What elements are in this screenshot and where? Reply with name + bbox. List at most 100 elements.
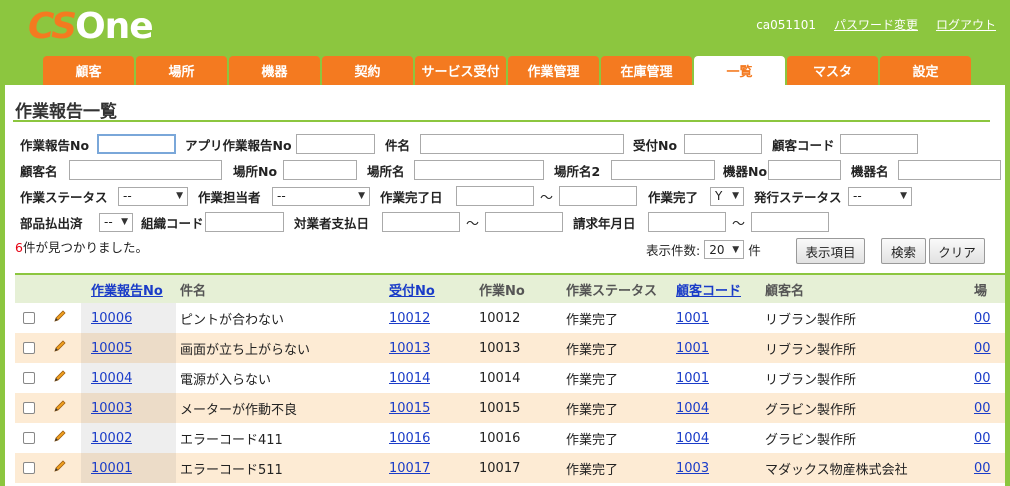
org-code-input[interactable] [205, 212, 284, 232]
row-report-no-link[interactable]: 10002 [91, 431, 132, 446]
tab-device[interactable]: 機器 [229, 56, 320, 85]
report-no-input[interactable] [97, 134, 176, 154]
page-title: 作業報告一覧 [15, 102, 117, 122]
edit-pencil-icon[interactable] [52, 368, 68, 388]
device-name-input[interactable] [898, 160, 1001, 180]
edit-pencil-icon[interactable] [52, 308, 68, 328]
customer-code-label: 顧客コード [772, 137, 835, 153]
search-row-3: 作業ステータス -- ▼ 作業担当者 -- ▼ 作業完了日 ～ 作業完了 Y ▼ 発行… [20, 185, 913, 207]
row-customer-code-link[interactable]: 1001 [676, 311, 709, 326]
col-header-report-no[interactable]: 作業報告No [91, 280, 163, 299]
row-report-no-link[interactable]: 10003 [91, 401, 132, 416]
tab-list[interactable]: 一覧 [694, 56, 785, 85]
edit-pencil-icon[interactable] [52, 458, 68, 478]
tab-service-reception[interactable]: サービス受付 [415, 56, 506, 85]
logo-cs-text: CS [28, 6, 77, 47]
contractor-pay-date-label: 対業者支払日 [294, 215, 370, 231]
row-customer-code-link[interactable]: 1004 [676, 431, 709, 446]
row-checkbox[interactable] [23, 312, 35, 324]
row-report-no-link[interactable]: 10001 [91, 461, 132, 476]
col-header-place: 場 [974, 283, 988, 299]
clear-button[interactable]: クリア [929, 238, 985, 264]
logout-link[interactable]: ログアウト [936, 16, 996, 33]
place-name2-input[interactable] [611, 160, 715, 180]
parts-paid-select[interactable]: -- ▼ [99, 212, 133, 232]
row-customer-name: マダックス物産株式会社 [765, 462, 908, 478]
row-place-link[interactable]: 00 [974, 311, 991, 326]
display-items-button[interactable]: 表示項目 [796, 238, 865, 264]
row-work-status: 作業完了 [566, 432, 619, 448]
subject-input[interactable] [420, 134, 624, 154]
row-reception-no-link[interactable]: 10012 [389, 311, 430, 326]
row-checkbox[interactable] [23, 372, 35, 384]
row-reception-no-link[interactable]: 10016 [389, 431, 430, 446]
contractor-pay-date-to-input[interactable] [485, 212, 564, 232]
tab-place[interactable]: 場所 [136, 56, 227, 85]
table-row: 10003 メーターが作動不良 10015 10015 作業完了 1004 グラビン製作所 0… [15, 393, 1005, 423]
chevron-down-icon: ▼ [121, 217, 128, 227]
app-logo[interactable]: CSOne [28, 6, 154, 47]
row-work-no: 10012 [479, 310, 521, 326]
row-reception-no-link[interactable]: 10013 [389, 341, 430, 356]
col-header-subject: 件名 [180, 283, 207, 299]
work-status-select[interactable]: -- ▼ [118, 186, 188, 206]
row-customer-code-link[interactable]: 1004 [676, 401, 709, 416]
col-header-customer-code[interactable]: 顧客コード [676, 280, 741, 299]
row-reception-no-link[interactable]: 10015 [389, 401, 430, 416]
work-done-date-from-input[interactable] [456, 186, 534, 206]
work-person-select[interactable]: -- ▼ [272, 186, 370, 206]
row-place-link[interactable]: 00 [974, 371, 991, 386]
row-place-link[interactable]: 00 [974, 341, 991, 356]
tab-customer[interactable]: 顧客 [43, 56, 134, 85]
place-name-input[interactable] [414, 160, 544, 180]
row-checkbox[interactable] [23, 402, 35, 414]
row-reception-no-link[interactable]: 10017 [389, 461, 430, 476]
row-reception-no-link[interactable]: 10014 [389, 371, 430, 386]
device-name-label: 機器名 [851, 163, 889, 179]
row-customer-code-link[interactable]: 1001 [676, 371, 709, 386]
row-subject: 電源が入らない [180, 372, 272, 388]
tab-inventory[interactable]: 在庫管理 [601, 56, 692, 85]
app-report-no-input[interactable] [296, 134, 375, 154]
row-report-no-link[interactable]: 10005 [91, 341, 132, 356]
col-header-reception-no[interactable]: 受付No [389, 280, 435, 299]
row-place-link[interactable]: 00 [974, 431, 991, 446]
edit-pencil-icon[interactable] [52, 338, 68, 358]
reception-no-input[interactable] [684, 134, 762, 154]
password-change-link[interactable]: パスワード変更 [834, 16, 918, 33]
row-work-no: 10014 [479, 370, 521, 386]
row-place-link[interactable]: 00 [974, 401, 991, 416]
tab-work-management[interactable]: 作業管理 [508, 56, 599, 85]
row-place-link[interactable]: 00 [974, 461, 991, 476]
row-report-no-link[interactable]: 10006 [91, 311, 132, 326]
device-no-input[interactable] [768, 160, 841, 180]
customer-name-label: 顧客名 [20, 163, 58, 179]
page-size-select[interactable]: 20 ▼ [704, 240, 745, 259]
edit-pencil-icon[interactable] [52, 428, 68, 448]
contractor-pay-date-from-input[interactable] [382, 212, 460, 232]
edit-pencil-icon[interactable] [52, 398, 68, 418]
row-report-no-link[interactable]: 10004 [91, 371, 132, 386]
work-done-date-to-input[interactable] [559, 186, 638, 206]
main-panel: 作業報告一覧 作業報告No アプリ作業報告No 件名 受付No 顧客コード 顧客… [5, 85, 1005, 486]
tab-contract[interactable]: 契約 [322, 56, 413, 85]
row-customer-code-link[interactable]: 1003 [676, 461, 709, 476]
row-checkbox[interactable] [23, 342, 35, 354]
work-done-select[interactable]: Y ▼ [710, 186, 745, 206]
place-no-input[interactable] [283, 160, 357, 180]
place-name2-label: 場所名2 [554, 163, 601, 179]
tab-master[interactable]: マスタ [787, 56, 878, 85]
customer-code-input[interactable] [840, 134, 918, 154]
billing-month-to-input[interactable] [751, 212, 830, 232]
row-subject: 画面が立ち上がらない [180, 342, 311, 358]
row-checkbox[interactable] [23, 432, 35, 444]
place-name-label: 場所名 [367, 163, 405, 179]
row-customer-name: リブラン製作所 [765, 372, 857, 388]
search-button[interactable]: 検索 [881, 238, 926, 264]
row-customer-code-link[interactable]: 1001 [676, 341, 709, 356]
row-checkbox[interactable] [23, 462, 35, 474]
issue-status-select[interactable]: -- ▼ [848, 186, 913, 206]
customer-name-input[interactable] [69, 160, 222, 180]
billing-month-from-input[interactable] [648, 212, 727, 232]
tab-settings[interactable]: 設定 [880, 56, 971, 85]
